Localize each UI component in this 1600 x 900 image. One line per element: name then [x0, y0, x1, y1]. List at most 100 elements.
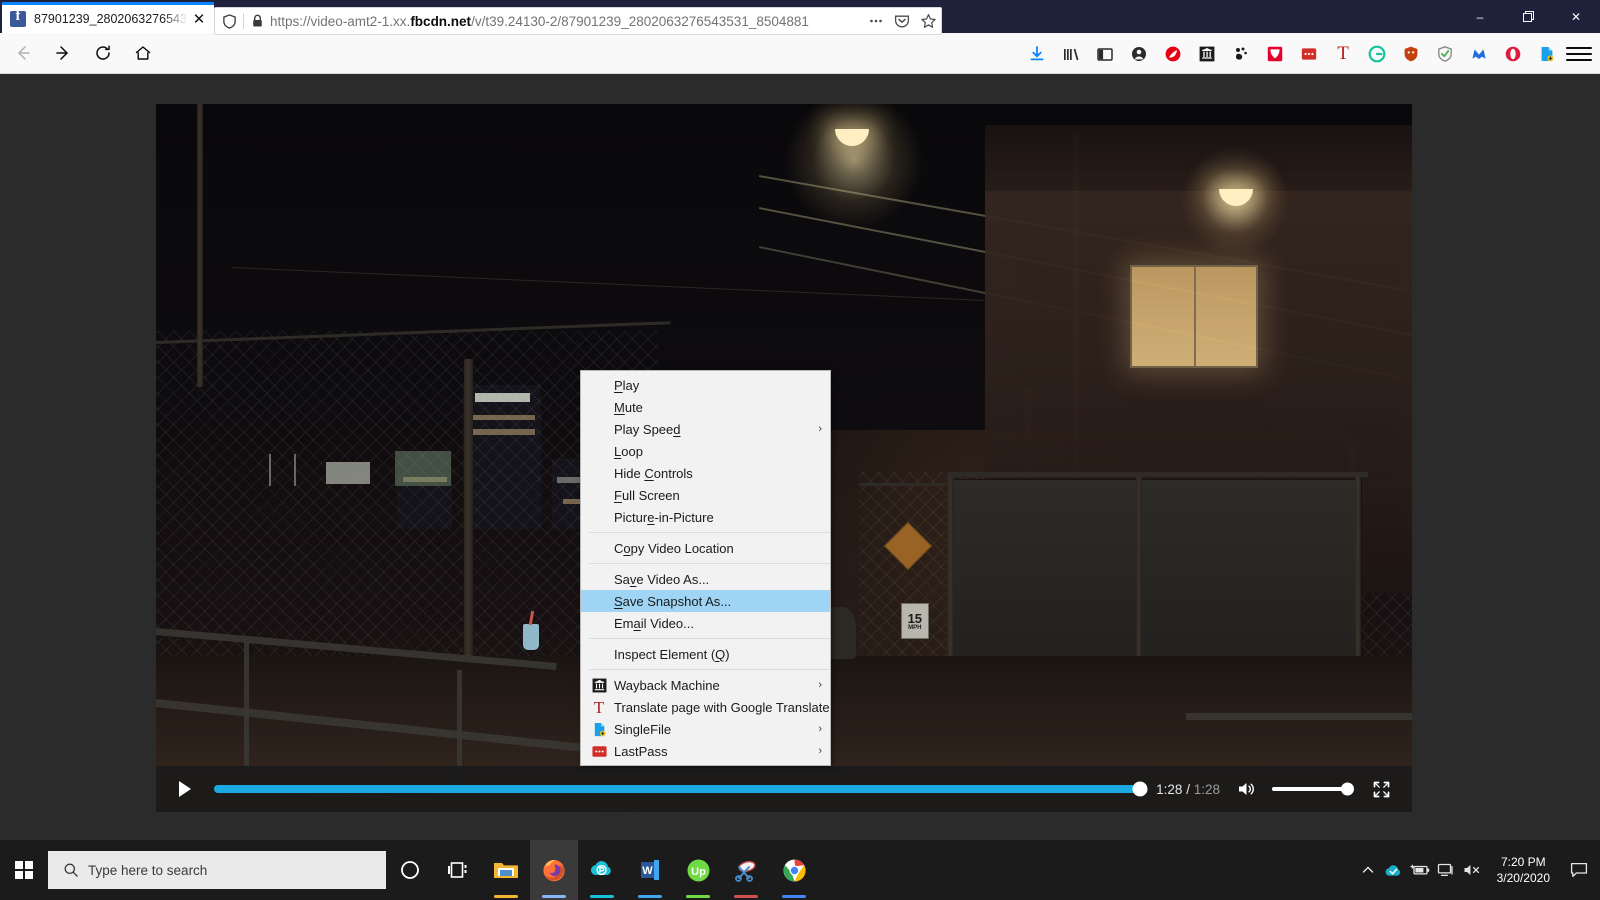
back-button[interactable] — [6, 36, 40, 70]
page-actions-button[interactable] — [863, 9, 889, 33]
singlefile-toolbar-button[interactable] — [1532, 39, 1562, 69]
menu-item-mute[interactable]: Mute — [581, 396, 830, 418]
taskbar-item-cortana[interactable] — [386, 840, 434, 900]
menu-item-copy-video-location[interactable]: Copy Video Location — [581, 537, 830, 559]
menu-item-play-speed[interactable]: Play Speed › — [581, 418, 830, 440]
taskbar-item-task-view[interactable] — [434, 840, 482, 900]
window-close-button[interactable]: ✕ — [1552, 0, 1600, 33]
forward-button[interactable] — [46, 36, 80, 70]
grammarly-button[interactable] — [1362, 39, 1392, 69]
play-button[interactable] — [170, 780, 200, 798]
menu-item-play[interactable]: Play — [581, 374, 830, 396]
browser-tab-active[interactable]: 87901239_2802063276543531_85 ✕ — [2, 2, 214, 33]
menu-item-save-video-as[interactable]: Save Video As... — [581, 568, 830, 590]
seek-bar[interactable] — [214, 781, 1148, 797]
close-icon[interactable]: ✕ — [188, 8, 210, 30]
library-button[interactable] — [1056, 39, 1086, 69]
photopea-icon — [590, 861, 611, 876]
tracking-protection-shield-icon[interactable] — [215, 13, 243, 29]
drink-cup — [522, 624, 539, 651]
taskbar-item-upwork[interactable]: Up — [674, 840, 722, 900]
malwarebytes-button[interactable] — [1464, 39, 1494, 69]
gnome-shell-button[interactable] — [1226, 39, 1256, 69]
lastpass-toolbar-button[interactable] — [1294, 39, 1324, 69]
taskbar-item-word[interactable]: W — [626, 840, 674, 900]
menu-item-label: Play — [614, 377, 640, 393]
start-button[interactable] — [0, 840, 48, 900]
menu-item-label: Save Snapshot As... — [614, 593, 732, 609]
taskbar-item-file-explorer[interactable] — [482, 840, 530, 900]
fullscreen-button[interactable] — [1364, 781, 1398, 798]
menu-separator — [589, 669, 830, 670]
current-time: 1:28 — [1156, 781, 1183, 797]
pocket-button[interactable] — [889, 9, 915, 33]
chrome-icon — [783, 859, 805, 881]
pocket-icon — [894, 15, 910, 28]
restore-button[interactable] — [1504, 0, 1552, 33]
app-menu-button[interactable] — [1566, 41, 1592, 67]
account-button[interactable] — [1124, 39, 1154, 69]
speed-limit-unit: MPH — [908, 624, 922, 631]
brave-shield-icon — [1404, 46, 1418, 61]
mute-button[interactable] — [1234, 780, 1260, 798]
onedrive-icon[interactable] — [1381, 840, 1407, 900]
volume-muted-icon[interactable] — [1459, 840, 1485, 900]
taskbar-item-firefox[interactable] — [530, 840, 578, 900]
video-context-menu[interactable]: Play Mute Play Speed › Loop Hide Controls Full… — [580, 370, 831, 766]
brave-shield-button[interactable] — [1396, 39, 1426, 69]
menu-item-inspect-element-q[interactable]: Inspect Element (Q) — [581, 643, 830, 665]
sidebar-button[interactable] — [1090, 39, 1120, 69]
wayback-machine-icon — [1199, 46, 1215, 61]
opera-vpn-button[interactable] — [1260, 39, 1290, 69]
menu-item-label: Mute — [614, 399, 643, 415]
battery-icon[interactable] — [1407, 840, 1433, 900]
trend-micro-button[interactable] — [1158, 39, 1188, 69]
avast-shield-button[interactable] — [1430, 39, 1460, 69]
menu-item-label: Full Screen — [614, 487, 680, 503]
volume-slider[interactable] — [1272, 782, 1354, 796]
menu-item-loop[interactable]: Loop — [581, 440, 830, 462]
menu-item-translate-page-with-google-translate[interactable]: T Translate page with Google Translate — [581, 696, 830, 718]
taskbar-item-snipping-tool[interactable] — [722, 840, 770, 900]
lit-window — [1130, 265, 1259, 369]
downloads-button[interactable] — [1022, 39, 1052, 69]
url-text[interactable]: https://video-amt2-1.xx.fbcdn.net/v/t39.… — [270, 14, 863, 29]
action-center-button[interactable] — [1562, 840, 1596, 900]
menu-item-label: Translate page with Google Translate — [614, 699, 830, 715]
minimize-button[interactable]: – — [1456, 0, 1504, 33]
bookmark-star-button[interactable] — [915, 9, 941, 33]
play-triangle-icon — [179, 781, 191, 797]
volume-handle[interactable] — [1341, 782, 1354, 796]
home-button[interactable] — [126, 36, 160, 70]
menu-item-picture-in-picture[interactable]: Picture-in-Picture — [581, 506, 830, 528]
network-icon[interactable] — [1433, 840, 1459, 900]
reload-button[interactable] — [86, 36, 120, 70]
menu-item-full-screen[interactable]: Full Screen — [581, 484, 830, 506]
hamburger-line — [1566, 59, 1592, 61]
opera-button[interactable] — [1498, 39, 1528, 69]
wayback-machine-button[interactable] — [1192, 39, 1222, 69]
taskbar-item-photopea[interactable] — [578, 840, 626, 900]
submenu-chevron-icon: › — [818, 679, 822, 691]
action-center-icon — [1570, 862, 1588, 878]
show-hidden-icons-chevron[interactable] — [1355, 840, 1381, 900]
opera-icon — [1505, 46, 1521, 61]
seek-handle[interactable] — [1132, 781, 1148, 797]
menu-item-label: Hide Controls — [614, 465, 693, 481]
menu-item-label: Picture-in-Picture — [614, 509, 714, 525]
search-input[interactable]: Type here to search — [48, 851, 386, 889]
url-bar[interactable]: https://video-amt2-1.xx.fbcdn.net/v/t39.… — [214, 7, 942, 35]
menu-item-hide-controls[interactable]: Hide Controls — [581, 462, 830, 484]
taskbar-clock[interactable]: 7:20 PM 3/20/2020 — [1485, 854, 1562, 886]
menu-item-email-video[interactable]: Email Video... — [581, 612, 830, 634]
translate-toolbar-button[interactable]: T — [1328, 39, 1358, 69]
menu-item-lastpass[interactable]: LastPass › — [581, 740, 830, 762]
menu-item-wayback-machine[interactable]: Wayback Machine › — [581, 674, 830, 696]
menu-item-save-snapshot-as[interactable]: Save Snapshot As... — [581, 590, 830, 612]
running-indicator — [686, 895, 710, 898]
menu-item-singlefile[interactable]: SingleFile › — [581, 718, 830, 740]
taskbar-item-chrome[interactable] — [770, 840, 818, 900]
padlock-icon[interactable] — [244, 14, 270, 28]
speed-limit-sign: 15 MPH — [900, 603, 929, 640]
ellipsis-icon — [870, 19, 882, 23]
